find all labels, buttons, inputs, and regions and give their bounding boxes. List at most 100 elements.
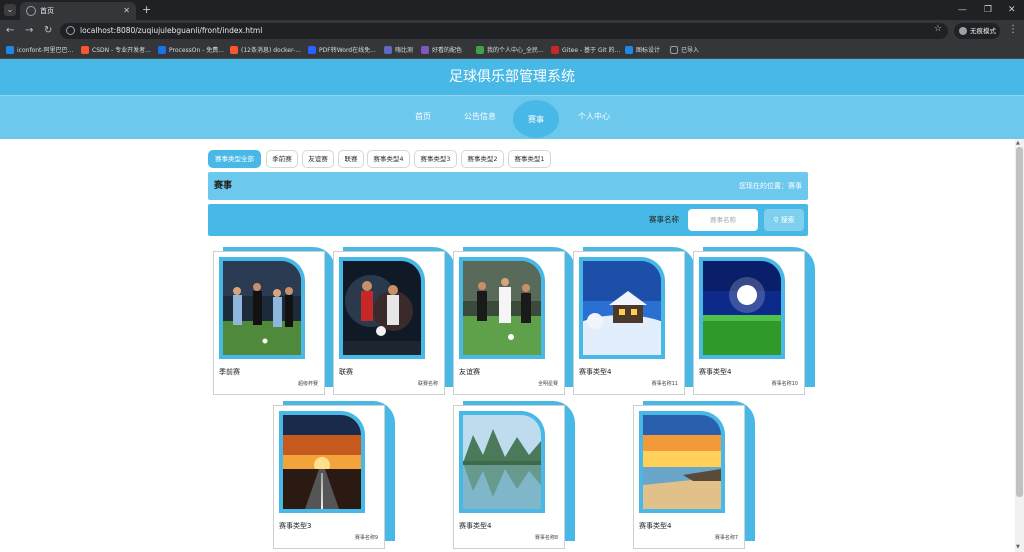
bookmark-item[interactable]: iconfont-阿里巴巴... [6, 45, 73, 56]
back-icon[interactable]: ← [6, 24, 14, 38]
card-subtitle: 全明星赛 [537, 381, 558, 387]
incognito-badge[interactable]: 无痕模式 [954, 23, 1000, 39]
filter-type1[interactable]: 赛事类型1 [508, 150, 551, 168]
bookmark-favicon-icon [551, 45, 559, 54]
reload-icon[interactable]: ↻ [44, 24, 52, 38]
bookmark-item[interactable]: 图标设计 [625, 45, 660, 56]
card-image-frame [459, 257, 545, 359]
bookmark-star-icon[interactable]: ☆ [934, 24, 942, 34]
address-url[interactable]: localhost:8080/zuqiujulebguanli/front/in… [80, 25, 262, 37]
event-card[interactable]: 赛事类型3 赛事名称9 [273, 401, 395, 549]
event-card[interactable]: 赛事类型4 赛事名称10 [693, 247, 815, 395]
browser-tab-strip: ⌄ 首页 ✕ + — ❐ ✕ [0, 0, 1024, 20]
new-tab-icon[interactable]: + [142, 3, 151, 17]
card-image-snow-cabin[interactable] [583, 261, 661, 355]
bookmark-item[interactable]: PDF转Word在线免... [308, 45, 376, 56]
filter-type2[interactable]: 赛事类型2 [461, 150, 504, 168]
browser-toolbar: ← → ↻ localhost:8080/zuqiujulebguanli/fr… [0, 20, 1024, 42]
card-body: 赛事类型4 赛事名称11 [573, 251, 685, 395]
filter-all[interactable]: 赛事类型全部 [208, 150, 261, 168]
filter-type4[interactable]: 赛事类型4 [367, 150, 410, 168]
card-image-frame [279, 411, 365, 513]
bookmark-favicon-icon [476, 45, 484, 54]
card-subtitle: 赛事名称9 [354, 535, 378, 541]
search-label: 赛事名称 [649, 215, 679, 224]
card-image-lake-mountains[interactable] [463, 415, 541, 509]
event-card[interactable]: 赛事类型4 赛事名称11 [573, 247, 695, 395]
bookmark-item[interactable]: (12条消息) docker-... [230, 45, 301, 56]
card-image-frame [699, 257, 785, 359]
card-body: 赛事类型3 赛事名称9 [273, 405, 385, 549]
filter-type3[interactable]: 赛事类型3 [414, 150, 457, 168]
search-button[interactable]: ⚲ 搜索 [764, 209, 804, 231]
filter-friendly[interactable]: 友谊赛 [302, 150, 334, 168]
event-card[interactable]: 友谊赛 全明星赛 [453, 247, 575, 395]
event-card[interactable]: 季前赛 超级杯赛 [213, 247, 335, 395]
card-body: 联赛 联赛名称 [333, 251, 445, 395]
tab-search-icon[interactable]: ⌄ [4, 4, 16, 16]
site-title: 足球俱乐部管理系统 [449, 69, 575, 85]
card-title: 赛事类型4 [699, 368, 732, 376]
card-body: 赛事类型4 赛事名称8 [453, 405, 565, 549]
minimize-icon[interactable]: — [958, 3, 967, 17]
nav-home[interactable]: 首页 [407, 110, 439, 124]
event-card[interactable]: 赛事类型4 赛事名称8 [453, 401, 575, 549]
nav-events-active[interactable]: 赛事 [513, 100, 559, 138]
card-subtitle: 超级杯赛 [297, 381, 318, 387]
bookmark-item[interactable]: Gitee - 基于 Git 的... [551, 45, 620, 56]
card-body: 赛事类型4 赛事名称7 [633, 405, 745, 549]
bookmark-folder[interactable]: 已导入 [670, 45, 699, 56]
address-bar[interactable]: localhost:8080/zuqiujulebguanli/front/in… [60, 23, 948, 39]
bookmark-favicon-icon [230, 45, 238, 54]
bookmark-favicon-icon [421, 45, 429, 54]
card-subtitle: 联赛名称 [417, 381, 438, 387]
page-scrollbar[interactable]: ▲ ▼ [1015, 139, 1024, 552]
filter-preseason[interactable]: 季前赛 [266, 150, 298, 168]
event-card[interactable]: 赛事类型4 赛事名称7 [633, 401, 755, 549]
card-image-beach-sunset[interactable] [643, 415, 721, 509]
scroll-up-icon[interactable]: ▲ [1016, 140, 1020, 146]
card-image-frame [459, 411, 545, 513]
browser-tab[interactable]: 首页 ✕ [20, 2, 136, 20]
card-image-soccer-action[interactable] [343, 261, 421, 355]
scroll-down-icon[interactable]: ▼ [1016, 544, 1020, 550]
card-body: 季前赛 超级杯赛 [213, 251, 325, 395]
site-info-icon[interactable] [66, 26, 75, 35]
nav-notices[interactable]: 公告信息 [459, 110, 501, 124]
card-image-green-field-sun[interactable] [703, 261, 781, 355]
bookmark-favicon-icon [384, 45, 392, 54]
search-bar: 赛事名称 ⚲ 搜索 [208, 204, 808, 236]
card-image-sunset-road[interactable] [283, 415, 361, 509]
card-title: 赛事类型4 [459, 522, 492, 530]
card-image-frame [219, 257, 305, 359]
card-title: 赛事类型4 [579, 368, 612, 376]
bookmarks-bar: iconfont-阿里巴巴... CSDN - 专业开发者... Process… [0, 42, 1024, 59]
tab-title: 首页 [40, 7, 54, 15]
card-title: 赛事类型3 [279, 522, 312, 530]
bookmark-item[interactable]: 嗨比测 [384, 45, 413, 56]
card-body: 赛事类型4 赛事名称10 [693, 251, 805, 395]
breadcrumb: 您现在的位置：赛事 [739, 182, 802, 190]
section-title: 赛事 [214, 181, 233, 191]
card-title: 季前赛 [219, 368, 240, 376]
bookmark-item[interactable]: ProcessOn - 免费... [158, 45, 224, 56]
restore-icon[interactable]: ❐ [984, 3, 992, 17]
forward-icon[interactable]: → [25, 24, 33, 38]
nav-profile[interactable]: 个人中心 [573, 110, 615, 124]
filter-league[interactable]: 联赛 [338, 150, 364, 168]
bookmark-item[interactable]: 好看的配色 [421, 45, 462, 56]
window-close-icon[interactable]: ✕ [1008, 3, 1016, 17]
card-image-soccer-dribble[interactable] [463, 261, 541, 355]
bookmark-item[interactable]: 我的个人中心_全民... [476, 45, 544, 56]
search-input[interactable] [688, 209, 758, 231]
scroll-thumb[interactable] [1016, 147, 1023, 497]
bookmark-favicon-icon [81, 45, 89, 54]
event-card[interactable]: 联赛 联赛名称 [333, 247, 455, 395]
browser-menu-icon[interactable]: ⋮ [1008, 24, 1018, 35]
bookmark-item[interactable]: CSDN - 专业开发者... [81, 45, 151, 56]
tab-close-icon[interactable]: ✕ [123, 5, 130, 17]
nav-events-label: 赛事 [528, 115, 544, 124]
card-subtitle: 赛事名称7 [714, 535, 738, 541]
card-subtitle: 赛事名称10 [771, 381, 798, 387]
card-image-soccer-match[interactable] [223, 261, 301, 355]
